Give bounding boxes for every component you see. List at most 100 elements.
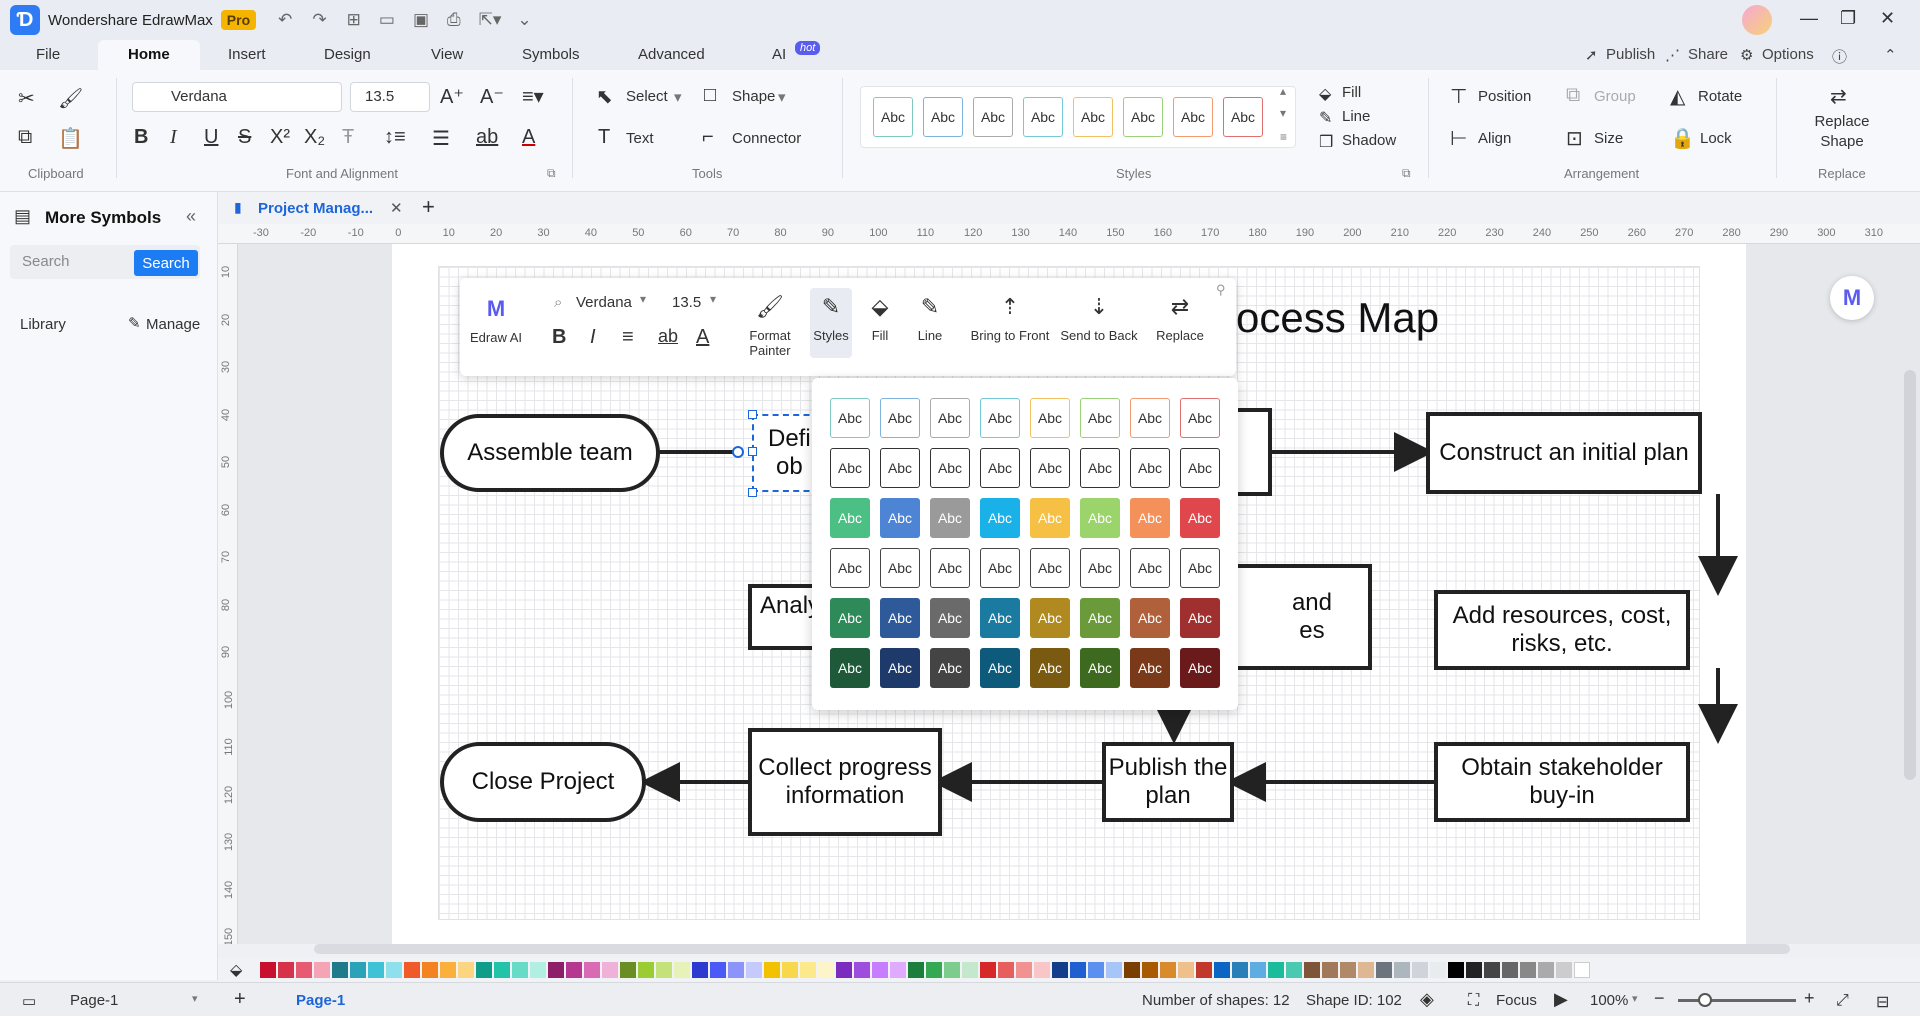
- palette-swatch[interactable]: [1088, 962, 1104, 978]
- tab-home[interactable]: Home: [98, 40, 200, 72]
- palette-swatch[interactable]: [1376, 962, 1392, 978]
- style-gallery[interactable]: Abc Abc Abc Abc Abc Abc Abc Abc: [860, 86, 1296, 148]
- bring-to-front-button[interactable]: ⇡ Bring to Front: [968, 294, 1052, 343]
- format-painter-icon[interactable]: 🖌: [58, 86, 83, 111]
- highlight-icon[interactable]: ab: [476, 126, 498, 149]
- popup-style-swatch[interactable]: Abc: [1180, 648, 1220, 688]
- palette-swatch[interactable]: [440, 962, 456, 978]
- palette-swatch[interactable]: [962, 962, 978, 978]
- popup-style-swatch[interactable]: Abc: [880, 448, 920, 488]
- resize-handle[interactable]: [748, 488, 757, 497]
- palette-swatch[interactable]: [908, 962, 924, 978]
- palette-swatch[interactable]: [350, 962, 366, 978]
- shape-button[interactable]: Shape: [732, 88, 775, 105]
- layers-icon[interactable]: ◈: [1420, 989, 1434, 1010]
- shape-chevron-icon[interactable]: ▾: [778, 88, 786, 106]
- fit-page-icon[interactable]: ⤢: [1836, 992, 1849, 1010]
- user-avatar[interactable]: [1742, 5, 1772, 35]
- popup-style-swatch[interactable]: Abc: [1130, 498, 1170, 538]
- library-label[interactable]: Library: [20, 316, 66, 333]
- group-button[interactable]: Group: [1594, 88, 1636, 105]
- popup-style-swatch[interactable]: Abc: [980, 498, 1020, 538]
- manage-edit-icon[interactable]: ✎: [128, 314, 141, 332]
- zoom-out-icon[interactable]: −: [1654, 988, 1665, 1009]
- palette-swatch[interactable]: [602, 962, 618, 978]
- bold-icon[interactable]: B: [134, 126, 148, 149]
- minimize-icon[interactable]: —: [1800, 8, 1818, 29]
- line-button-float[interactable]: ✎ Line: [910, 294, 950, 343]
- options-button[interactable]: Options: [1762, 46, 1814, 63]
- palette-swatch[interactable]: [386, 962, 402, 978]
- ribbon-style-swatch[interactable]: Abc: [1073, 97, 1113, 137]
- font-dialog-icon[interactable]: ⧉: [547, 166, 556, 181]
- lock-button[interactable]: Lock: [1700, 130, 1732, 147]
- gear-icon[interactable]: ⚙: [1740, 46, 1753, 64]
- close-window-icon[interactable]: ✕: [1880, 8, 1895, 29]
- palette-swatch[interactable]: [314, 962, 330, 978]
- add-page-icon[interactable]: +: [234, 988, 246, 1011]
- palette-swatch[interactable]: [1286, 962, 1302, 978]
- position-button[interactable]: Position: [1478, 88, 1531, 105]
- palette-swatch[interactable]: [1016, 962, 1032, 978]
- align-button[interactable]: Align: [1478, 130, 1511, 147]
- strikethrough-icon[interactable]: S: [238, 126, 251, 149]
- palette-swatch[interactable]: [1502, 962, 1518, 978]
- print-icon[interactable]: ⎙: [447, 10, 461, 30]
- popup-style-swatch[interactable]: Abc: [1130, 398, 1170, 438]
- zoom-level[interactable]: 100%: [1590, 992, 1628, 1009]
- replace-button-float[interactable]: ⇄ Replace: [1150, 294, 1210, 343]
- new-file-icon[interactable]: ⊞: [347, 10, 361, 30]
- select-pointer-icon[interactable]: ⬉: [596, 84, 613, 109]
- resize-handle[interactable]: [748, 447, 757, 456]
- superscript-icon[interactable]: X²: [270, 126, 290, 149]
- palette-swatch[interactable]: [278, 962, 294, 978]
- select-button[interactable]: Select: [626, 88, 668, 105]
- text-tool-icon[interactable]: T: [598, 126, 610, 149]
- palette-swatch[interactable]: [530, 962, 546, 978]
- palette-swatch[interactable]: [1394, 962, 1410, 978]
- palette-swatch[interactable]: [746, 962, 762, 978]
- popup-style-swatch[interactable]: Abc: [880, 398, 920, 438]
- popup-style-swatch[interactable]: Abc: [930, 548, 970, 588]
- popup-style-swatch[interactable]: Abc: [1180, 498, 1220, 538]
- zoom-slider[interactable]: [1678, 999, 1796, 1002]
- popup-style-swatch[interactable]: Abc: [1130, 448, 1170, 488]
- palette-swatch[interactable]: [728, 962, 744, 978]
- node-add-resources[interactable]: Add resources, cost, risks, etc.: [1434, 590, 1690, 670]
- ft-bold-icon[interactable]: B: [552, 326, 566, 349]
- node-collect-progress[interactable]: Collect progress information: [748, 728, 942, 836]
- palette-swatch[interactable]: [548, 962, 564, 978]
- help-icon[interactable]: ⓘ: [1832, 46, 1847, 67]
- page-selector[interactable]: Page-1: [70, 992, 118, 1009]
- palette-swatch[interactable]: [980, 962, 996, 978]
- select-chevron-icon[interactable]: ▾: [674, 88, 682, 106]
- ft-align-icon[interactable]: ≡: [622, 326, 634, 349]
- ribbon-style-swatch[interactable]: Abc: [1023, 97, 1063, 137]
- popup-style-swatch[interactable]: Abc: [1180, 398, 1220, 438]
- zoom-slider-thumb[interactable]: [1698, 993, 1712, 1007]
- font-family-select[interactable]: Verdana: [132, 82, 342, 112]
- palette-swatch[interactable]: [422, 962, 438, 978]
- palette-swatch[interactable]: [764, 962, 780, 978]
- edraw-ai-button[interactable]: M Edraw AI: [466, 296, 526, 345]
- fill-button-float[interactable]: ⬙ Fill: [860, 294, 900, 343]
- palette-swatch[interactable]: [890, 962, 906, 978]
- text-button[interactable]: Text: [626, 130, 654, 147]
- ft-highlight-icon[interactable]: ab: [658, 326, 678, 347]
- tab-ai[interactable]: AI: [772, 46, 786, 63]
- replace-shape-icon[interactable]: ⇄: [1830, 84, 1847, 109]
- cut-icon[interactable]: ✂: [18, 86, 35, 111]
- edraw-ai-fab-icon[interactable]: M: [1830, 276, 1874, 320]
- export-icon[interactable]: ⇱▾: [479, 10, 502, 30]
- format-painter-button[interactable]: 🖌 Format Painter: [740, 294, 800, 358]
- symbol-search-button[interactable]: Search: [134, 250, 198, 276]
- popup-style-swatch[interactable]: Abc: [980, 598, 1020, 638]
- popup-style-swatch[interactable]: Abc: [1080, 498, 1120, 538]
- popup-style-swatch[interactable]: Abc: [1080, 648, 1120, 688]
- ribbon-style-swatch[interactable]: Abc: [1173, 97, 1213, 137]
- palette-swatch[interactable]: [1142, 962, 1158, 978]
- fill-button[interactable]: Fill: [1342, 84, 1361, 101]
- popup-style-swatch[interactable]: Abc: [1180, 598, 1220, 638]
- popup-style-swatch[interactable]: Abc: [1130, 548, 1170, 588]
- styles-dialog-icon[interactable]: ⧉: [1402, 166, 1411, 181]
